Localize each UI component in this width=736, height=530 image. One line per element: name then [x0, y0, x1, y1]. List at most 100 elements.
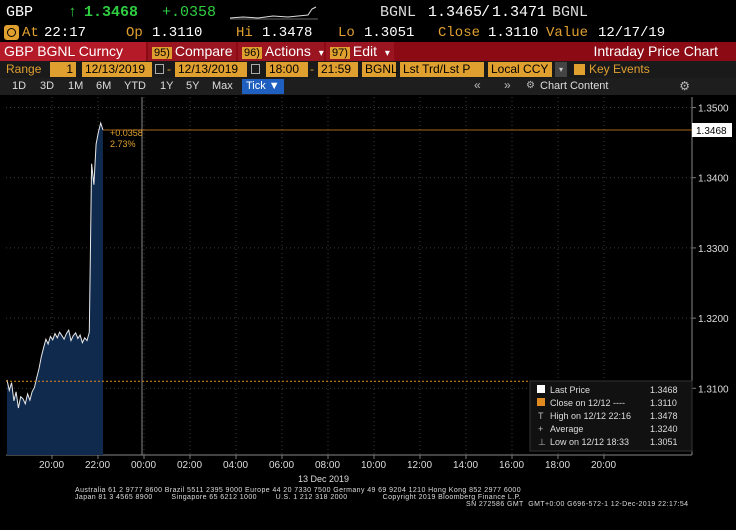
legend-marker: + — [538, 424, 543, 434]
x-tick-label: 04:00 — [223, 460, 248, 471]
chart-content-gear-icon[interactable]: ⚙ — [526, 80, 535, 91]
x-tick-label: 18:00 — [545, 460, 570, 471]
legend-marker: ⊥ — [538, 437, 546, 447]
y-tick-label: 1.3300 — [698, 244, 729, 255]
bid-price: 1.3465 — [428, 4, 483, 21]
actions-label: Actions — [264, 43, 311, 59]
x-tick-label: 02:00 — [177, 460, 202, 471]
intraday-chart[interactable]: 20:00 22:00 00:00 02:00 04:00 06:00 08:00 10:00… — [0, 95, 736, 485]
x-tick-label: 08:00 — [315, 460, 340, 471]
end-calendar-icon[interactable] — [251, 64, 260, 74]
low-value: 1.3051 — [364, 25, 415, 41]
ticker-row: GBP ↑ 1.3468 +.0358 BGNL 1.3465 / 1.3471… — [0, 0, 736, 24]
x-tick-label: 22:00 — [85, 460, 110, 471]
edit-label: Edit — [352, 43, 378, 59]
actions-shortcut: 96) — [242, 47, 262, 59]
period-5y[interactable]: 5Y — [186, 80, 199, 92]
low-label: Lo — [338, 25, 355, 41]
close-label: Close — [438, 25, 481, 41]
period-ytd[interactable]: YTD — [124, 80, 146, 92]
footer: Australia 61 2 9777 8600 Brazil 5511 239… — [0, 486, 736, 530]
settings-gear-icon[interactable]: ⚙ — [679, 79, 690, 93]
compare-shortcut: 95) — [152, 47, 172, 59]
x-tick-label: 00:00 — [131, 460, 156, 471]
time-range-dash: - — [310, 62, 314, 76]
edit-chevron-down-icon: ▾ — [384, 48, 390, 59]
open-value: 1.3110 — [152, 25, 203, 41]
legend-label: Average — [550, 424, 583, 434]
legend-value: 1.3478 — [650, 411, 678, 421]
period-3d[interactable]: 3D — [40, 80, 54, 92]
sparkline-icon — [229, 6, 318, 20]
currency-select[interactable]: Local CCY — [488, 62, 552, 77]
value-label: Value — [546, 25, 589, 41]
y-tick-label: 1.3100 — [698, 384, 729, 395]
quote-row: At 22:17 Op 1.3110 Hi 1.3478 Lo 1.3051 C… — [0, 24, 736, 42]
period-bar: 1D 3D 1M 6M YTD 1Y 5Y Max Tick ▼ « » ⚙ C… — [0, 78, 736, 95]
edit-button[interactable]: 97) Edit ▾ — [326, 42, 394, 61]
compare-button[interactable]: 95) Compare — [148, 42, 236, 61]
start-time-input[interactable]: 18:00 — [266, 62, 308, 77]
range-count-input[interactable]: 1 — [50, 62, 76, 77]
start-calendar-icon[interactable] — [155, 64, 164, 74]
expand-right-icon[interactable]: » — [504, 78, 511, 92]
legend-label: Low on 12/12 18:33 — [550, 437, 629, 447]
ticker-symbol: GBP — [6, 4, 34, 21]
actions-button[interactable]: 96) Actions ▾ — [238, 42, 324, 61]
end-time-input[interactable]: 21:59 — [318, 62, 358, 77]
last-price: 1.3468 — [84, 4, 139, 21]
date-range-dash: - — [167, 62, 171, 76]
price-field-select[interactable]: Lst Trd/Lst P — [400, 62, 484, 77]
high-label: Hi — [236, 25, 253, 41]
footer-phones-line: Australia 61 2 9777 8600 Brazil 5511 239… — [75, 487, 521, 494]
period-max[interactable]: Max — [212, 80, 233, 92]
end-date-input[interactable]: 12/13/2019 — [175, 62, 247, 77]
range-bar: Range 1 12/13/2019 - 12/13/2019 18:00 - … — [0, 61, 736, 78]
pricing-source-input[interactable]: BGNL — [362, 62, 398, 77]
high-value: 1.3478 — [262, 25, 313, 41]
start-date-input[interactable]: 12/13/2019 — [82, 62, 152, 77]
period-6m[interactable]: 6M — [96, 80, 111, 92]
up-arrow-icon: ↑ — [68, 4, 78, 21]
ask-price: 1.3471 — [492, 4, 547, 21]
period-1m[interactable]: 1M — [68, 80, 83, 92]
at-label: At — [22, 25, 39, 41]
ask-source: BGNL — [552, 4, 589, 21]
x-tick-label: 10:00 — [361, 460, 386, 471]
x-tick-label: 20:00 — [591, 460, 616, 471]
chart-content-menu[interactable]: Chart Content — [540, 80, 608, 92]
currency-chevron-down-icon[interactable]: ▾ — [555, 62, 567, 77]
change-annotation: +0.0358 — [110, 128, 143, 138]
clock-icon[interactable] — [4, 25, 19, 40]
legend-swatch — [537, 385, 545, 393]
collapse-left-icon[interactable]: « — [474, 78, 481, 92]
chart-svg[interactable]: 20:00 22:00 00:00 02:00 04:00 06:00 08:00 10:00… — [0, 95, 736, 485]
legend-value: 1.3240 — [650, 424, 678, 434]
period-1y[interactable]: 1Y — [160, 80, 173, 92]
x-tick-label: 12:00 — [407, 460, 432, 471]
value-date: 12/17/19 — [598, 25, 666, 41]
price-area — [7, 123, 103, 455]
y-tick-label: 1.3500 — [698, 104, 729, 115]
legend-label: Last Price — [550, 385, 590, 395]
key-events-checkbox[interactable] — [574, 64, 585, 75]
range-label: Range — [6, 62, 42, 76]
x-axis-label: 13 Dec 2019 — [298, 474, 349, 484]
security-field[interactable]: GBP BGNL Curncy — [0, 42, 146, 61]
period-1d[interactable]: 1D — [12, 80, 26, 92]
edit-shortcut: 97) — [330, 47, 350, 59]
x-tick-label: 16:00 — [499, 460, 524, 471]
pct-annotation: 2.73% — [110, 139, 136, 149]
last-price-tag: 1.3468 — [696, 126, 727, 137]
actions-chevron-down-icon: ▾ — [318, 48, 324, 59]
x-tick-label: 14:00 — [453, 460, 478, 471]
compare-label: Compare — [174, 43, 233, 59]
footer-copyright-line: Japan 81 3 4565 8900 Singapore 65 6212 1… — [75, 494, 522, 501]
legend-label: Close on 12/12 ---- — [550, 398, 625, 408]
open-label: Op — [126, 25, 143, 41]
legend-value: 1.3110 — [650, 398, 677, 408]
y-tick-label: 1.3200 — [698, 314, 729, 325]
legend-swatch — [537, 398, 545, 406]
bid-ask-separator: / — [481, 4, 491, 21]
tick-frequency-select[interactable]: Tick ▼ — [242, 79, 284, 94]
